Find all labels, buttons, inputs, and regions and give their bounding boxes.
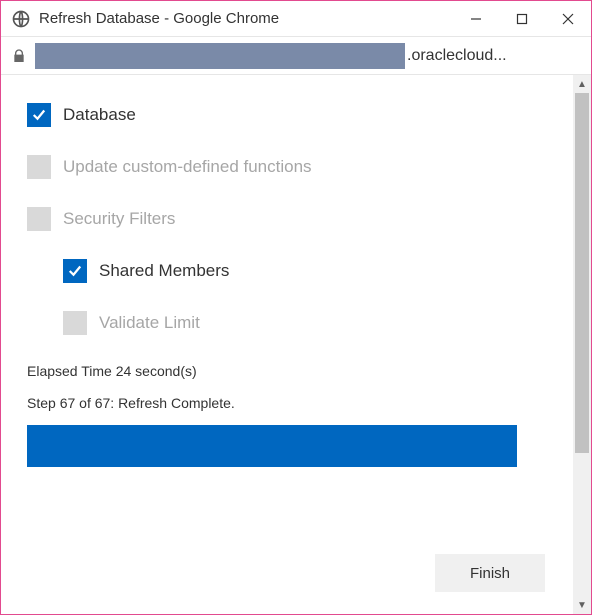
scroll-down-arrow-icon[interactable]: ▼ bbox=[573, 596, 591, 614]
window-titlebar: Refresh Database - Google Chrome bbox=[1, 1, 591, 37]
checkbox-checked-icon[interactable] bbox=[27, 103, 51, 127]
option-label: Validate Limit bbox=[99, 313, 200, 333]
option-shared-members[interactable]: Shared Members bbox=[63, 259, 555, 283]
url-redacted bbox=[35, 43, 405, 69]
close-button[interactable] bbox=[545, 1, 591, 37]
checkbox-unchecked-icon bbox=[27, 155, 51, 179]
globe-icon bbox=[11, 9, 31, 29]
scroll-up-arrow-icon[interactable]: ▲ bbox=[573, 75, 591, 93]
vertical-scrollbar[interactable]: ▲ ▼ bbox=[573, 75, 591, 614]
option-security-filters: Security Filters bbox=[27, 207, 555, 231]
finish-button[interactable]: Finish bbox=[435, 554, 545, 592]
option-label: Shared Members bbox=[99, 261, 229, 281]
checkbox-checked-icon[interactable] bbox=[63, 259, 87, 283]
option-label: Update custom-defined functions bbox=[63, 157, 312, 177]
scroll-thumb[interactable] bbox=[575, 93, 589, 453]
option-database[interactable]: Database bbox=[27, 103, 555, 127]
lock-icon bbox=[11, 48, 27, 64]
option-label: Security Filters bbox=[63, 209, 175, 229]
option-label: Database bbox=[63, 105, 136, 125]
progress-bar bbox=[27, 425, 517, 467]
checkbox-unchecked-icon bbox=[27, 207, 51, 231]
main-content: Database Update custom-defined functions… bbox=[1, 75, 573, 614]
step-status: Step 67 of 67: Refresh Complete. bbox=[27, 395, 555, 411]
window-title: Refresh Database - Google Chrome bbox=[39, 10, 453, 27]
url-visible: .oraclecloud... bbox=[407, 47, 507, 65]
address-bar[interactable]: .oraclecloud... bbox=[1, 37, 591, 75]
option-validate-limit: Validate Limit bbox=[63, 311, 555, 335]
minimize-button[interactable] bbox=[453, 1, 499, 37]
elapsed-time: Elapsed Time 24 second(s) bbox=[27, 363, 555, 379]
checkbox-unchecked-icon bbox=[63, 311, 87, 335]
option-update-custom: Update custom-defined functions bbox=[27, 155, 555, 179]
maximize-button[interactable] bbox=[499, 1, 545, 37]
